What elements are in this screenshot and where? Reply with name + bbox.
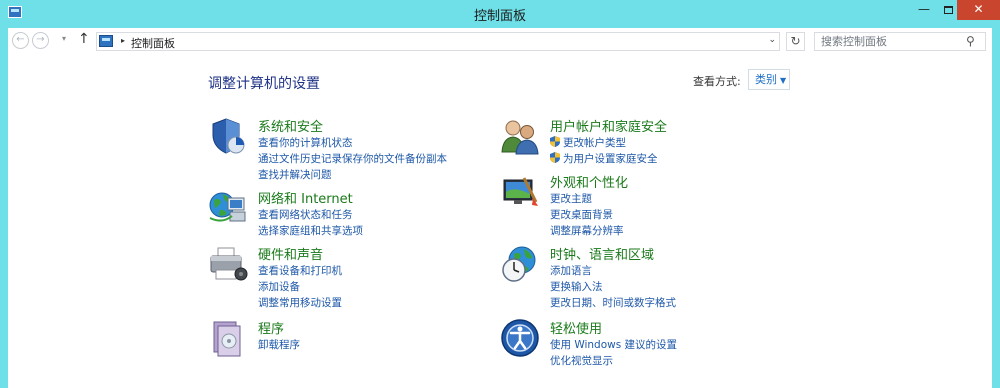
- shield-system-icon[interactable]: [208, 116, 248, 156]
- chevron-down-icon: ▼: [780, 76, 787, 85]
- display-brush-icon[interactable]: [500, 172, 540, 212]
- link-uninstall-program[interactable]: 卸载程序: [258, 337, 300, 352]
- link-screen-resolution[interactable]: 调整屏幕分辨率: [550, 223, 624, 238]
- link-add-language[interactable]: 添加语言: [550, 263, 592, 278]
- link-view-computer-status[interactable]: 查看你的计算机状态: [258, 135, 353, 150]
- network-globe-icon[interactable]: [208, 188, 248, 228]
- close-button[interactable]: ✕: [957, 0, 1000, 20]
- link-recommended-settings[interactable]: 使用 Windows 建议的设置: [550, 337, 677, 352]
- category-title[interactable]: 系统和安全: [258, 116, 323, 135]
- link-file-history-backup[interactable]: 通过文件历史记录保存你的文件备份副本: [258, 151, 447, 166]
- window-client-area: ← → ▾ ↑ ▸ 控制面板 ⌄ ↻ ⚲ 调整计算机的设置 查看方式: 类别▼ …: [8, 28, 992, 388]
- link-label: 更改帐户类型: [563, 137, 626, 149]
- recent-locations-icon[interactable]: ▾: [62, 34, 66, 43]
- link-change-input-method[interactable]: 更换输入法: [550, 279, 603, 294]
- programs-icon[interactable]: [208, 318, 248, 358]
- category-title[interactable]: 轻松使用: [550, 318, 602, 337]
- title-bar: 控制面板 — ✕: [0, 0, 1000, 28]
- uac-shield-icon: [550, 152, 560, 163]
- link-homegroup-sharing[interactable]: 选择家庭组和共享选项: [258, 223, 363, 238]
- category-title[interactable]: 硬件和声音: [258, 244, 323, 263]
- view-by-dropdown[interactable]: 类别 ▼: [748, 69, 790, 90]
- link-family-safety[interactable]: 为用户设置家庭安全: [550, 151, 658, 166]
- printer-icon[interactable]: [208, 244, 248, 284]
- navigation-bar: ← → ▾ ↑ ▸ 控制面板 ⌄ ↻ ⚲: [8, 28, 992, 54]
- users-icon[interactable]: [500, 116, 540, 156]
- link-devices-printers[interactable]: 查看设备和打印机: [258, 263, 342, 278]
- search-icon[interactable]: ⚲: [966, 34, 975, 48]
- address-bar[interactable]: ▸ 控制面板 ⌄: [96, 32, 780, 51]
- link-optimize-visual-display[interactable]: 优化视觉显示: [550, 353, 613, 368]
- control-panel-icon: [99, 35, 113, 47]
- forward-button[interactable]: →: [32, 32, 49, 49]
- category-title[interactable]: 程序: [258, 318, 284, 337]
- link-desktop-background[interactable]: 更改桌面背景: [550, 207, 613, 222]
- address-dropdown-icon[interactable]: ⌄: [768, 35, 776, 45]
- link-label: 为用户设置家庭安全: [563, 153, 658, 165]
- link-network-status[interactable]: 查看网络状态和任务: [258, 207, 353, 222]
- refresh-button[interactable]: ↻: [786, 32, 805, 51]
- uac-shield-icon: [550, 136, 560, 147]
- link-add-device[interactable]: 添加设备: [258, 279, 300, 294]
- window-title: 控制面板: [473, 9, 526, 24]
- category-title[interactable]: 时钟、语言和区域: [550, 244, 654, 263]
- link-date-time-format[interactable]: 更改日期、时间或数字格式: [550, 295, 676, 310]
- back-button[interactable]: ←: [12, 32, 29, 49]
- breadcrumb[interactable]: 控制面板: [131, 35, 175, 51]
- ease-of-access-icon[interactable]: [500, 318, 540, 358]
- link-change-account-type[interactable]: 更改帐户类型: [550, 135, 626, 150]
- up-button[interactable]: ↑: [78, 31, 90, 47]
- link-troubleshoot[interactable]: 查找并解决问题: [258, 167, 332, 182]
- breadcrumb-separator[interactable]: ▸: [121, 36, 125, 45]
- page-title: 调整计算机的设置: [208, 76, 320, 92]
- maximize-icon: [943, 6, 953, 14]
- search-input[interactable]: [814, 32, 986, 51]
- minimize-button[interactable]: —: [912, 0, 936, 20]
- category-title[interactable]: 外观和个性化: [550, 172, 628, 191]
- link-mobility-settings[interactable]: 调整常用移动设置: [258, 295, 342, 310]
- link-change-theme[interactable]: 更改主题: [550, 191, 592, 206]
- view-by-value: 类别: [755, 73, 777, 86]
- category-title[interactable]: 网络和 Internet: [258, 188, 353, 207]
- view-by-label: 查看方式:: [693, 75, 741, 88]
- category-title[interactable]: 用户帐户和家庭安全: [550, 116, 667, 135]
- clock-globe-icon[interactable]: [500, 244, 540, 284]
